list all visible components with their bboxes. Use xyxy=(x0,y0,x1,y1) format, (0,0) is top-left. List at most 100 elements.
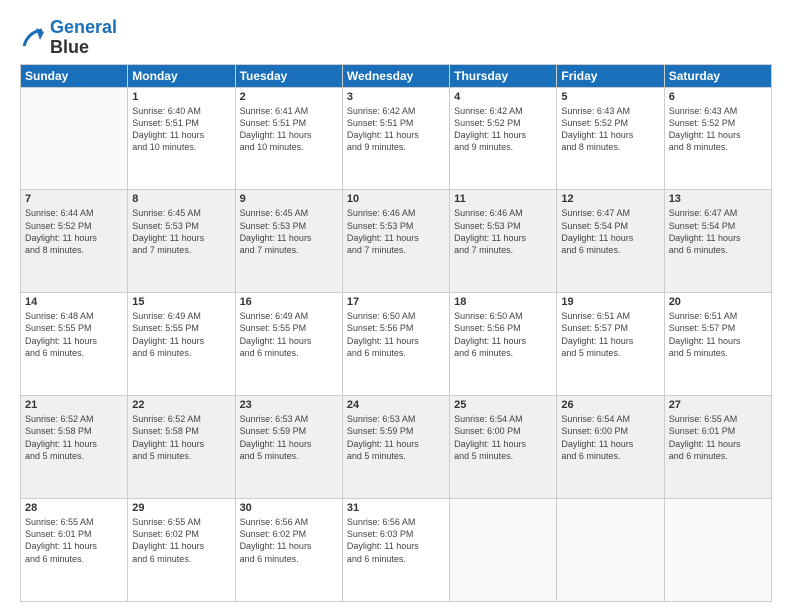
cell-info: Sunrise: 6:47 AM Sunset: 5:54 PM Dayligh… xyxy=(669,207,767,256)
day-number: 16 xyxy=(240,296,338,308)
day-number: 18 xyxy=(454,296,552,308)
table-row: 4 Sunrise: 6:42 AM Sunset: 5:52 PM Daylig… xyxy=(450,87,557,190)
cell-info: Sunrise: 6:44 AM Sunset: 5:52 PM Dayligh… xyxy=(25,207,123,256)
day-number: 1 xyxy=(132,91,230,103)
table-row: 8 Sunrise: 6:45 AM Sunset: 5:53 PM Daylig… xyxy=(128,190,235,293)
day-number: 21 xyxy=(25,399,123,411)
cell-info: Sunrise: 6:54 AM Sunset: 6:00 PM Dayligh… xyxy=(454,413,552,462)
calendar-week-row: 14 Sunrise: 6:48 AM Sunset: 5:55 PM Dayli… xyxy=(21,293,772,396)
cell-info: Sunrise: 6:50 AM Sunset: 5:56 PM Dayligh… xyxy=(347,310,445,359)
table-row: 23 Sunrise: 6:53 AM Sunset: 5:59 PM Dayli… xyxy=(235,396,342,499)
table-row: 7Sunrise: 6:44 AM Sunset: 5:52 PM Daylig… xyxy=(21,190,128,293)
cell-info: Sunrise: 6:49 AM Sunset: 5:55 PM Dayligh… xyxy=(240,310,338,359)
table-row: 24Sunrise: 6:53 AM Sunset: 5:59 PM Dayli… xyxy=(342,396,449,499)
table-row: 21 Sunrise: 6:52 AM Sunset: 5:58 PM Dayli… xyxy=(21,396,128,499)
day-number: 17 xyxy=(347,296,445,308)
col-wednesday: Wednesday xyxy=(342,64,449,87)
table-row: 19 Sunrise: 6:51 AM Sunset: 5:57 PM Dayli… xyxy=(557,293,664,396)
day-number: 23 xyxy=(240,399,338,411)
cell-info: Sunrise: 6:53 AM Sunset: 5:59 PM Dayligh… xyxy=(240,413,338,462)
cell-info: Sunrise: 6:43 AM Sunset: 5:52 PM Dayligh… xyxy=(561,105,659,154)
cell-info: Sunrise: 6:49 AM Sunset: 5:55 PM Dayligh… xyxy=(132,310,230,359)
cell-info: Sunrise: 6:46 AM Sunset: 5:53 PM Dayligh… xyxy=(454,207,552,256)
day-number: 5 xyxy=(561,91,659,103)
cell-info: Sunrise: 6:42 AM Sunset: 5:52 PM Dayligh… xyxy=(454,105,552,154)
day-number: 6 xyxy=(669,91,767,103)
day-number: 14 xyxy=(25,296,123,308)
table-row: 27 Sunrise: 6:55 AM Sunset: 6:01 PM Dayli… xyxy=(664,396,771,499)
cell-info: Sunrise: 6:56 AM Sunset: 6:03 PM Dayligh… xyxy=(347,516,445,565)
day-number: 3 xyxy=(347,91,445,103)
table-row: 29 Sunrise: 6:55 AM Sunset: 6:02 PM Dayli… xyxy=(128,499,235,602)
table-row: 1 Sunrise: 6:40 AM Sunset: 5:51 PM Daylig… xyxy=(128,87,235,190)
table-row: 17 Sunrise: 6:50 AM Sunset: 5:56 PM Dayli… xyxy=(342,293,449,396)
table-row: 25Sunrise: 6:54 AM Sunset: 6:00 PM Dayli… xyxy=(450,396,557,499)
cell-info: Sunrise: 6:42 AM Sunset: 5:51 PM Dayligh… xyxy=(347,105,445,154)
table-row: 22Sunrise: 6:52 AM Sunset: 5:58 PM Dayli… xyxy=(128,396,235,499)
table-row: 6 Sunrise: 6:43 AM Sunset: 5:52 PM Daylig… xyxy=(664,87,771,190)
table-row: 28 Sunrise: 6:55 AM Sunset: 6:01 PM Dayli… xyxy=(21,499,128,602)
table-row xyxy=(664,499,771,602)
calendar-week-row: 7Sunrise: 6:44 AM Sunset: 5:52 PM Daylig… xyxy=(21,190,772,293)
cell-info: Sunrise: 6:41 AM Sunset: 5:51 PM Dayligh… xyxy=(240,105,338,154)
cell-info: Sunrise: 6:55 AM Sunset: 6:01 PM Dayligh… xyxy=(25,516,123,565)
table-row: 15 Sunrise: 6:49 AM Sunset: 5:55 PM Dayli… xyxy=(128,293,235,396)
cell-info: Sunrise: 6:45 AM Sunset: 5:53 PM Dayligh… xyxy=(240,207,338,256)
table-row: 14 Sunrise: 6:48 AM Sunset: 5:55 PM Dayli… xyxy=(21,293,128,396)
calendar-week-row: 28 Sunrise: 6:55 AM Sunset: 6:01 PM Dayli… xyxy=(21,499,772,602)
day-number: 15 xyxy=(132,296,230,308)
day-number: 9 xyxy=(240,193,338,205)
calendar-header-row: Sunday Monday Tuesday Wednesday Thursday… xyxy=(21,64,772,87)
logo: General Blue xyxy=(20,18,117,58)
col-sunday: Sunday xyxy=(21,64,128,87)
day-number: 11 xyxy=(454,193,552,205)
table-row: 2Sunrise: 6:41 AM Sunset: 5:51 PM Daylig… xyxy=(235,87,342,190)
header: General Blue xyxy=(20,18,772,58)
day-number: 26 xyxy=(561,399,659,411)
day-number: 20 xyxy=(669,296,767,308)
day-number: 4 xyxy=(454,91,552,103)
logo-blue: Blue xyxy=(50,37,89,57)
table-row xyxy=(557,499,664,602)
col-tuesday: Tuesday xyxy=(235,64,342,87)
col-saturday: Saturday xyxy=(664,64,771,87)
col-thursday: Thursday xyxy=(450,64,557,87)
table-row: 12 Sunrise: 6:47 AM Sunset: 5:54 PM Dayli… xyxy=(557,190,664,293)
table-row: 18Sunrise: 6:50 AM Sunset: 5:56 PM Dayli… xyxy=(450,293,557,396)
cell-info: Sunrise: 6:48 AM Sunset: 5:55 PM Dayligh… xyxy=(25,310,123,359)
cell-info: Sunrise: 6:56 AM Sunset: 6:02 PM Dayligh… xyxy=(240,516,338,565)
cell-info: Sunrise: 6:52 AM Sunset: 5:58 PM Dayligh… xyxy=(25,413,123,462)
logo-general: General xyxy=(50,17,117,37)
cell-info: Sunrise: 6:51 AM Sunset: 5:57 PM Dayligh… xyxy=(669,310,767,359)
cell-info: Sunrise: 6:51 AM Sunset: 5:57 PM Dayligh… xyxy=(561,310,659,359)
table-row: 26Sunrise: 6:54 AM Sunset: 6:00 PM Dayli… xyxy=(557,396,664,499)
table-row: 9 Sunrise: 6:45 AM Sunset: 5:53 PM Daylig… xyxy=(235,190,342,293)
day-number: 8 xyxy=(132,193,230,205)
day-number: 10 xyxy=(347,193,445,205)
cell-info: Sunrise: 6:53 AM Sunset: 5:59 PM Dayligh… xyxy=(347,413,445,462)
day-number: 29 xyxy=(132,502,230,514)
day-number: 12 xyxy=(561,193,659,205)
table-row: 11 Sunrise: 6:46 AM Sunset: 5:53 PM Dayli… xyxy=(450,190,557,293)
table-row xyxy=(450,499,557,602)
table-row: 16 Sunrise: 6:49 AM Sunset: 5:55 PM Dayli… xyxy=(235,293,342,396)
day-number: 13 xyxy=(669,193,767,205)
cell-info: Sunrise: 6:55 AM Sunset: 6:01 PM Dayligh… xyxy=(669,413,767,462)
table-row: 30Sunrise: 6:56 AM Sunset: 6:02 PM Dayli… xyxy=(235,499,342,602)
cell-info: Sunrise: 6:43 AM Sunset: 5:52 PM Dayligh… xyxy=(669,105,767,154)
cell-info: Sunrise: 6:47 AM Sunset: 5:54 PM Dayligh… xyxy=(561,207,659,256)
calendar-table: Sunday Monday Tuesday Wednesday Thursday… xyxy=(20,64,772,602)
logo-icon xyxy=(20,24,48,52)
cell-info: Sunrise: 6:46 AM Sunset: 5:53 PM Dayligh… xyxy=(347,207,445,256)
cell-info: Sunrise: 6:45 AM Sunset: 5:53 PM Dayligh… xyxy=(132,207,230,256)
table-row: 3 Sunrise: 6:42 AM Sunset: 5:51 PM Daylig… xyxy=(342,87,449,190)
table-row: 20 Sunrise: 6:51 AM Sunset: 5:57 PM Dayli… xyxy=(664,293,771,396)
cell-info: Sunrise: 6:40 AM Sunset: 5:51 PM Dayligh… xyxy=(132,105,230,154)
day-number: 27 xyxy=(669,399,767,411)
day-number: 19 xyxy=(561,296,659,308)
cell-info: Sunrise: 6:55 AM Sunset: 6:02 PM Dayligh… xyxy=(132,516,230,565)
day-number: 28 xyxy=(25,502,123,514)
cell-info: Sunrise: 6:52 AM Sunset: 5:58 PM Dayligh… xyxy=(132,413,230,462)
table-row: 5 Sunrise: 6:43 AM Sunset: 5:52 PM Daylig… xyxy=(557,87,664,190)
calendar-week-row: 21 Sunrise: 6:52 AM Sunset: 5:58 PM Dayli… xyxy=(21,396,772,499)
